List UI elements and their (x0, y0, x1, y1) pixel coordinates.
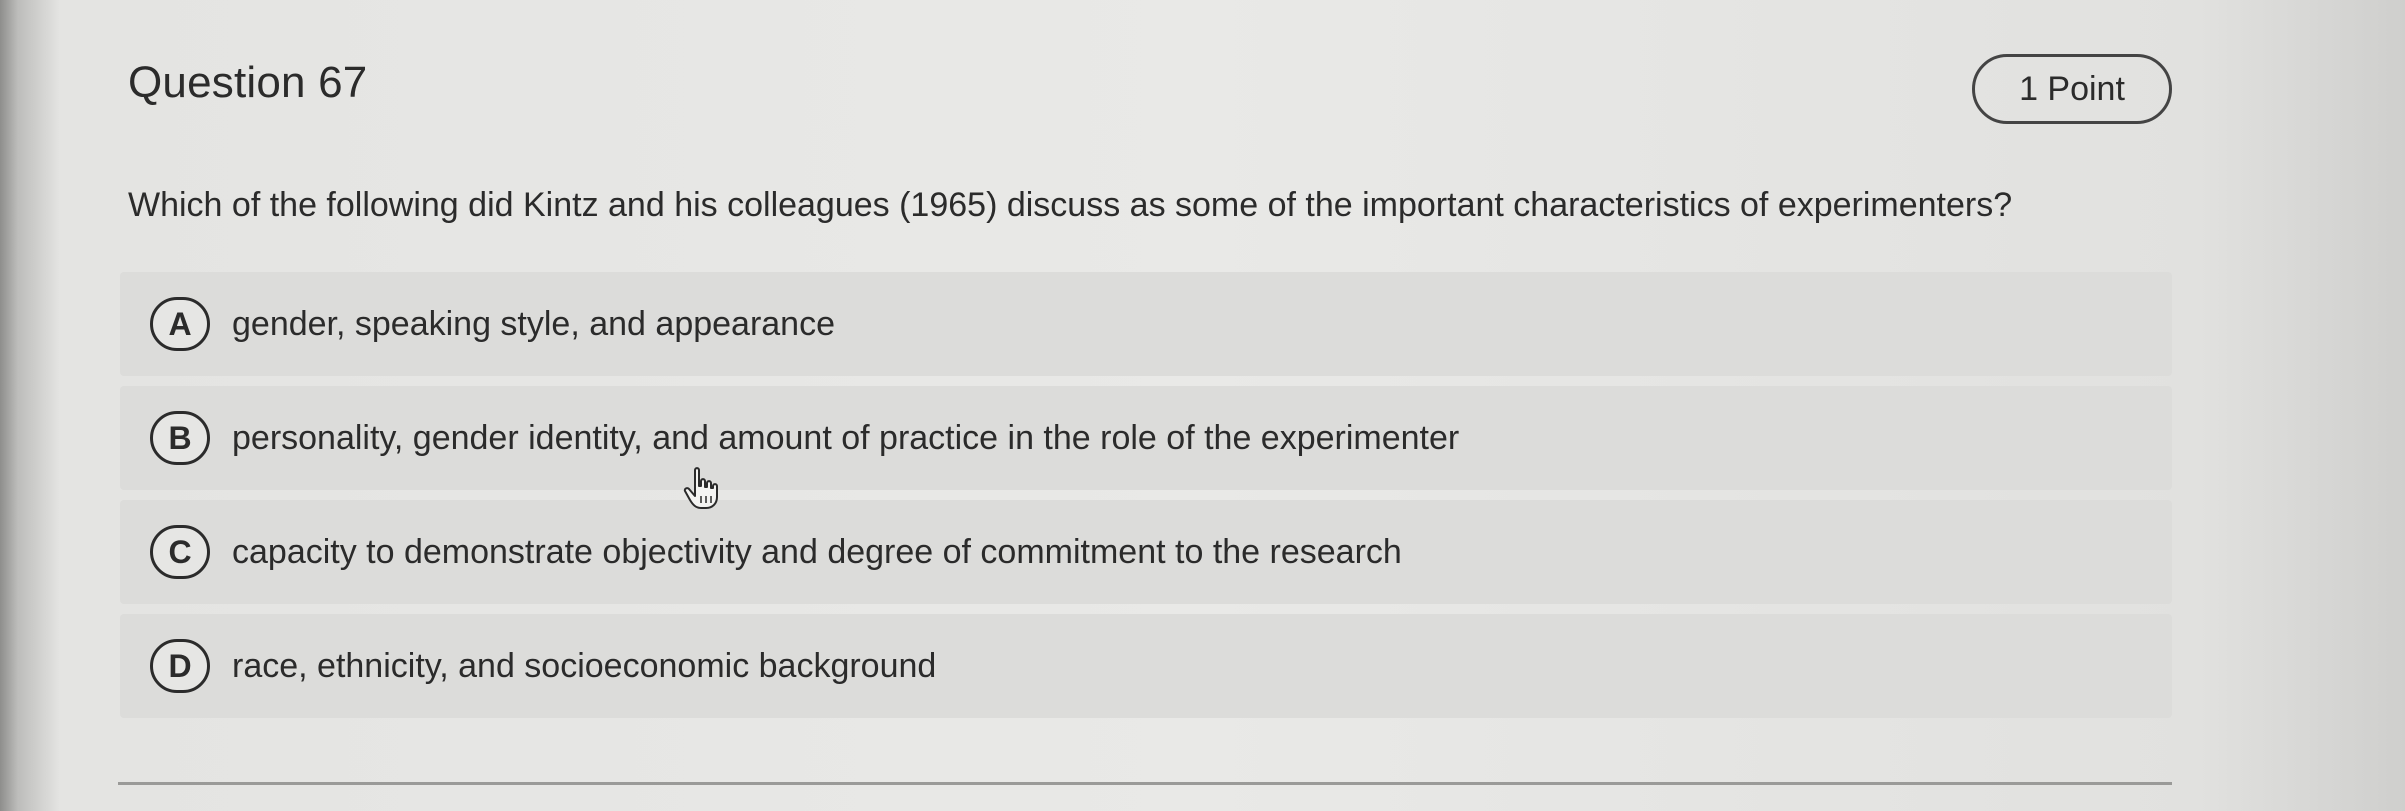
option-b[interactable]: B personality, gender identity, and amou… (120, 386, 2172, 490)
points-badge: 1 Point (1972, 54, 2172, 124)
option-letter-badge: C (150, 525, 210, 579)
option-text: personality, gender identity, and amount… (232, 418, 1460, 457)
option-a[interactable]: A gender, speaking style, and appearance (120, 272, 2172, 376)
option-text: gender, speaking style, and appearance (232, 304, 836, 343)
option-text: race, ethnicity, and socioeconomic backg… (232, 646, 937, 685)
question-card: Question 67 1 Point Which of the followi… (0, 0, 2405, 811)
question-text: Which of the following did Kintz and his… (128, 186, 2013, 224)
screen: Question 67 1 Point Which of the followi… (0, 0, 2405, 811)
option-letter-badge: D (150, 639, 210, 693)
bottom-divider (118, 782, 2172, 785)
hand-pointer-icon (683, 467, 718, 509)
option-letter-badge: A (150, 297, 210, 351)
option-text: capacity to demonstrate objectivity and … (232, 532, 1402, 571)
option-d[interactable]: D race, ethnicity, and socioeconomic bac… (120, 614, 2172, 718)
option-letter-badge: B (150, 411, 210, 465)
option-c[interactable]: C capacity to demonstrate objectivity an… (120, 500, 2172, 604)
question-title: Question 67 (128, 58, 368, 107)
answer-options: A gender, speaking style, and appearance… (120, 272, 2172, 728)
